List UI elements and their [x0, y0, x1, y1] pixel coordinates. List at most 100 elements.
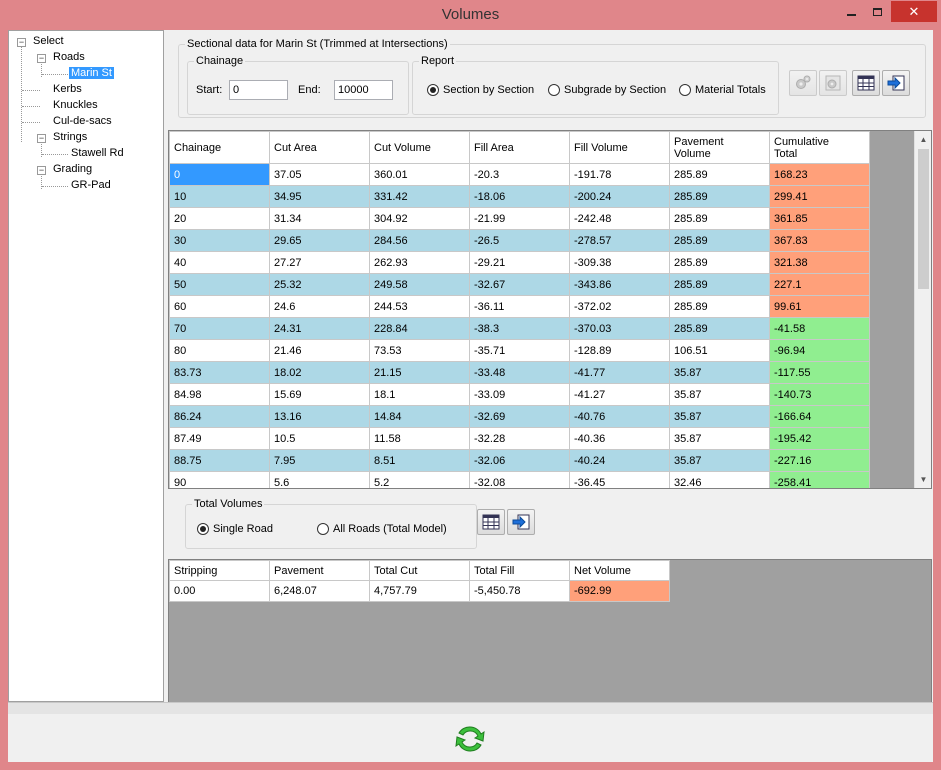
table-row[interactable]: 80 21.46 73.53 -35.71 -128.89 106.51 -96.94 — [169, 339, 870, 362]
summary-cell[interactable]: 6,248.07 — [269, 580, 370, 602]
grid-cell[interactable]: -41.77 — [569, 361, 670, 384]
grid-cell[interactable]: 284.56 — [369, 229, 470, 252]
grid-cell[interactable]: -33.48 — [469, 361, 570, 384]
grid-cell[interactable]: 11.58 — [369, 427, 470, 450]
grid-cell[interactable]: 244.53 — [369, 295, 470, 318]
summary-header-cell[interactable]: Total Fill — [469, 560, 570, 581]
grid-cell[interactable]: 35.87 — [669, 427, 770, 450]
grid-cell[interactable]: 10.5 — [269, 427, 370, 450]
tree-node-roads[interactable]: Roads — [53, 50, 85, 65]
table-row[interactable]: 84.98 15.69 18.1 -33.09 -41.27 35.87 -140.73 — [169, 383, 870, 406]
grid-cell[interactable]: 70 — [169, 317, 270, 340]
grid-cell[interactable]: -32.67 — [469, 273, 570, 296]
grid-cell[interactable]: 13.16 — [269, 405, 370, 428]
end-chainage-input[interactable] — [334, 80, 393, 100]
grid-cell[interactable]: -29.21 — [469, 251, 570, 274]
grid-cell[interactable]: 228.84 — [369, 317, 470, 340]
table-row[interactable]: 60 24.6 244.53 -36.11 -372.02 285.89 99.61 — [169, 295, 870, 318]
summary-header-cell[interactable]: Pavement — [269, 560, 370, 581]
grid-cell[interactable]: -33.09 — [469, 383, 570, 406]
selection-tree[interactable]: − Select − Roads Marin St Kerbs Knuckles… — [8, 30, 164, 702]
grid-cell[interactable]: -372.02 — [569, 295, 670, 318]
grid-cell[interactable]: 285.89 — [669, 207, 770, 230]
horizontal-splitter[interactable] — [8, 702, 933, 714]
grid-cell[interactable]: 367.83 — [769, 229, 870, 252]
total-volumes-grid[interactable]: Stripping Pavement Total Cut Total Fill Net … — [168, 559, 932, 703]
refresh-button[interactable] — [454, 723, 486, 755]
grid-cell[interactable]: 285.89 — [669, 273, 770, 296]
grid-cell[interactable]: 299.41 — [769, 185, 870, 208]
grid-cell[interactable]: 360.01 — [369, 163, 470, 186]
table-row[interactable]: 50 25.32 249.58 -32.67 -343.86 285.89 227.1 — [169, 273, 870, 296]
table-view-button[interactable] — [852, 70, 880, 96]
grid-cell[interactable]: 40 — [169, 251, 270, 274]
table-row[interactable]: 20 31.34 304.92 -21.99 -242.48 285.89 361.85 — [169, 207, 870, 230]
grid-cell[interactable]: -278.57 — [569, 229, 670, 252]
scroll-up-icon[interactable]: ▲ — [915, 131, 931, 148]
grid-cell[interactable]: -36.11 — [469, 295, 570, 318]
grid-cell[interactable]: 30 — [169, 229, 270, 252]
grid-cell[interactable]: 10 — [169, 185, 270, 208]
grid-cell[interactable]: -32.08 — [469, 471, 570, 488]
grid-cell[interactable]: -40.36 — [569, 427, 670, 450]
grid-cell[interactable]: 285.89 — [669, 185, 770, 208]
grid-cell[interactable]: -128.89 — [569, 339, 670, 362]
grid-header-cell[interactable]: Chainage — [169, 131, 270, 164]
grid-cell[interactable]: 50 — [169, 273, 270, 296]
grid-cell[interactable]: 304.92 — [369, 207, 470, 230]
table-row[interactable]: 88.75 7.95 8.51 -32.06 -40.24 35.87 -227.16 — [169, 449, 870, 472]
grid-cell[interactable]: 86.24 — [169, 405, 270, 428]
grid-cell[interactable]: 331.42 — [369, 185, 470, 208]
summary-cell[interactable]: 0.00 — [169, 580, 270, 602]
grid-cell[interactable]: 8.51 — [369, 449, 470, 472]
grid-cell[interactable]: 285.89 — [669, 163, 770, 186]
summary-cell[interactable]: -692.99 — [569, 580, 670, 602]
tree-node-kerbs[interactable]: Kerbs — [53, 82, 82, 97]
scroll-thumb[interactable] — [918, 149, 929, 289]
settings-button[interactable] — [789, 70, 817, 96]
radio-all-roads[interactable]: All Roads (Total Model) — [317, 523, 447, 535]
table-row[interactable]: 30 29.65 284.56 -26.5 -278.57 285.89 367.83 — [169, 229, 870, 252]
grid-cell[interactable]: 5.2 — [369, 471, 470, 488]
grid-cell[interactable]: 88.75 — [169, 449, 270, 472]
grid-cell[interactable]: -40.24 — [569, 449, 670, 472]
tree-node-marin-st[interactable]: Marin St — [69, 66, 114, 81]
grid-cell[interactable]: 25.32 — [269, 273, 370, 296]
grid-cell[interactable]: 285.89 — [669, 317, 770, 340]
summary-header-cell[interactable]: Stripping — [169, 560, 270, 581]
totals-export-button[interactable] — [507, 509, 535, 535]
grid-cell[interactable]: 15.69 — [269, 383, 370, 406]
grid-header-cell[interactable]: Fill Area — [469, 131, 570, 164]
table-row[interactable]: 40 27.27 262.93 -29.21 -309.38 285.89 321.38 — [169, 251, 870, 274]
grid-cell[interactable]: 7.95 — [269, 449, 370, 472]
table-row[interactable]: 87.49 10.5 11.58 -32.28 -40.36 35.87 -195.42 — [169, 427, 870, 450]
collapse-toggle-icon[interactable]: − — [37, 134, 46, 143]
grid-cell[interactable]: -26.5 — [469, 229, 570, 252]
grid-cell[interactable]: 29.65 — [269, 229, 370, 252]
grid-cell[interactable]: 90 — [169, 471, 270, 488]
grid-cell[interactable]: 35.87 — [669, 361, 770, 384]
grid-cell[interactable]: -96.94 — [769, 339, 870, 362]
table-row[interactable]: 90 5.6 5.2 -32.08 -36.45 32.46 -258.41 — [169, 471, 870, 488]
grid-cell[interactable]: 24.31 — [269, 317, 370, 340]
radio-material-totals[interactable]: Material Totals — [679, 84, 766, 96]
table-row[interactable]: 0 37.05 360.01 -20.3 -191.78 285.89 168.23 — [169, 163, 870, 186]
grid-cell[interactable]: 73.53 — [369, 339, 470, 362]
tree-node-culdesacs[interactable]: Cul-de-sacs — [53, 114, 112, 129]
maximize-button[interactable] — [864, 1, 890, 22]
close-button[interactable]: ✕ — [891, 1, 937, 22]
tree-node-stawell-rd[interactable]: Stawell Rd — [71, 146, 124, 161]
grid-cell[interactable]: 262.93 — [369, 251, 470, 274]
grid-cell[interactable]: 31.34 — [269, 207, 370, 230]
grid-cell[interactable]: 32.46 — [669, 471, 770, 488]
grid-cell[interactable]: -32.28 — [469, 427, 570, 450]
grid-cell[interactable]: -343.86 — [569, 273, 670, 296]
collapse-toggle-icon[interactable]: − — [37, 54, 46, 63]
grid-cell[interactable]: -191.78 — [569, 163, 670, 186]
collapse-toggle-icon[interactable]: − — [17, 38, 26, 47]
grid-cell[interactable]: 18.02 — [269, 361, 370, 384]
grid-cell[interactable]: -195.42 — [769, 427, 870, 450]
grid-cell[interactable]: 99.61 — [769, 295, 870, 318]
grid-cell[interactable]: -18.06 — [469, 185, 570, 208]
grid-cell[interactable]: -258.41 — [769, 471, 870, 488]
